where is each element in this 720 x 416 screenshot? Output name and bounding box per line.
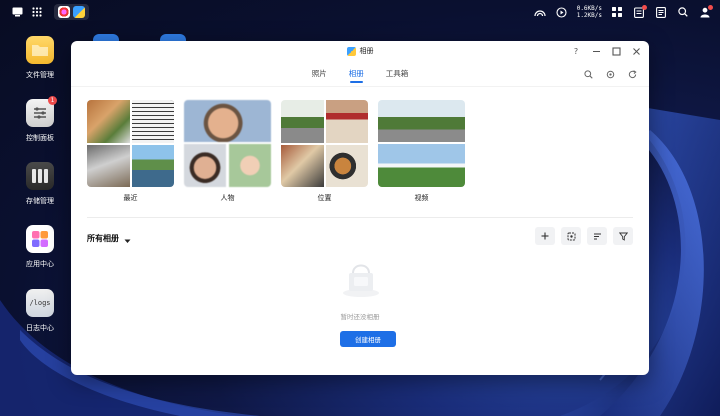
desktop-label: 文件管理 — [26, 71, 54, 79]
folder-icon — [26, 36, 54, 64]
search-icon[interactable] — [676, 5, 690, 19]
window-title: 相册 — [359, 47, 374, 55]
tab-photos[interactable]: 照片 — [312, 64, 327, 83]
photos-window: 相册 ? 照片 相册 工具箱 最近 人物 位置 视频 所有相册 暂时还没相册 创… — [71, 41, 649, 375]
chevron-down-icon — [124, 229, 131, 248]
photo-thumbnail — [325, 100, 368, 143]
maximize-icon[interactable] — [611, 46, 621, 56]
tab-albums[interactable]: 相册 — [349, 64, 364, 83]
video-thumbnail-large — [378, 144, 465, 187]
video-thumbnail-large — [378, 100, 465, 142]
network-speed: 0.6KB/s 1.2KB/s — [577, 5, 602, 19]
photo-thumbnail — [281, 100, 324, 143]
filter-button[interactable] — [613, 227, 633, 245]
category-videos[interactable]: 视频 — [378, 100, 465, 203]
albums-toolbar — [535, 227, 633, 245]
desktop-label: 存储管理 — [26, 197, 54, 205]
user-notification-dot — [708, 5, 713, 10]
notification-dot — [642, 5, 647, 10]
empty-album-illustration — [343, 264, 379, 297]
grid-icon[interactable] — [30, 5, 44, 19]
desktop-storage-manager[interactable]: 存储管理 — [18, 162, 62, 206]
category-people[interactable]: 人物 — [184, 100, 271, 203]
photo-thumbnail — [281, 144, 324, 187]
help-icon[interactable]: ? — [571, 46, 581, 56]
window-titlebar[interactable]: 相册 ? — [71, 41, 649, 61]
desktop-icon[interactable] — [10, 5, 24, 19]
settings-icon[interactable] — [605, 69, 615, 79]
control-panel-badge: 1 — [48, 96, 57, 105]
category-label: 最近 — [123, 194, 138, 202]
photo-thumbnail — [87, 144, 130, 187]
desktop-file-manager[interactable]: 文件管理 — [18, 36, 62, 80]
desktop-control-panel[interactable]: 1 控制面板 — [18, 96, 62, 143]
recent-thumbnail-mosaic — [87, 100, 174, 187]
control-panel-icon: 1 — [26, 96, 57, 127]
upload-speed: 0.6KB/s — [576, 5, 602, 12]
system-top-bar: 0.6KB/s 1.2KB/s — [0, 0, 720, 24]
photo-thumbnail — [325, 144, 368, 187]
desktop-label: 日志中心 — [26, 324, 54, 332]
category-label: 人物 — [220, 194, 235, 202]
user-icon[interactable] — [698, 5, 713, 19]
logs-icon: /logs — [26, 289, 54, 317]
person-face — [229, 144, 271, 187]
close-icon[interactable] — [631, 46, 641, 56]
photo-thumbnail — [87, 100, 130, 143]
photo-thumbnail — [131, 144, 174, 187]
places-thumbnail-mosaic — [281, 100, 368, 187]
media-icon[interactable] — [555, 5, 569, 19]
videos-thumbnail-mosaic — [378, 100, 465, 187]
people-thumbnail-mosaic — [184, 100, 271, 187]
clipboard-icon[interactable] — [632, 5, 647, 19]
category-label: 视频 — [414, 194, 429, 202]
add-album-button[interactable] — [535, 227, 555, 245]
create-album-button[interactable]: 创建相册 — [340, 331, 396, 347]
logs-tile-text: /logs — [29, 299, 51, 307]
category-row: 最近 人物 位置 视频 — [87, 100, 465, 203]
section-divider — [87, 217, 633, 218]
category-places[interactable]: 位置 — [281, 100, 368, 203]
category-label: 位置 — [317, 194, 332, 202]
albums-dropdown[interactable]: 所有相册 — [87, 229, 131, 248]
search-icon[interactable] — [583, 69, 593, 79]
network-icon[interactable] — [533, 5, 547, 19]
taskbar-running-apps — [54, 4, 89, 20]
empty-state-text: 暂时还没相册 — [340, 313, 380, 321]
select-button[interactable] — [561, 227, 581, 245]
person-face-large — [184, 100, 271, 142]
app-center-icon — [26, 225, 54, 253]
tab-toolbox[interactable]: 工具箱 — [386, 64, 409, 83]
refresh-icon[interactable] — [627, 69, 637, 79]
apps-icon[interactable] — [610, 5, 624, 19]
desktop-label: 应用中心 — [26, 260, 54, 268]
desktop-label: 控制面板 — [26, 134, 54, 142]
desktop-app-center[interactable]: 应用中心 — [18, 225, 62, 269]
download-speed: 1.2KB/s — [576, 12, 602, 19]
photos-app-icon — [346, 46, 356, 56]
minimize-icon[interactable] — [591, 46, 601, 56]
running-photos-icon[interactable] — [73, 6, 85, 18]
albums-title: 所有相册 — [87, 234, 119, 243]
desktop-log-center[interactable]: /logs 日志中心 — [18, 289, 62, 333]
photo-thumbnail — [131, 100, 174, 143]
tab-bar: 照片 相册 工具箱 — [71, 61, 649, 87]
person-face — [184, 144, 226, 187]
category-recent[interactable]: 最近 — [87, 100, 174, 203]
storage-icon — [26, 162, 54, 190]
running-app-center-icon[interactable] — [58, 6, 70, 18]
sort-button[interactable] — [587, 227, 607, 245]
notes-icon[interactable] — [654, 5, 668, 19]
